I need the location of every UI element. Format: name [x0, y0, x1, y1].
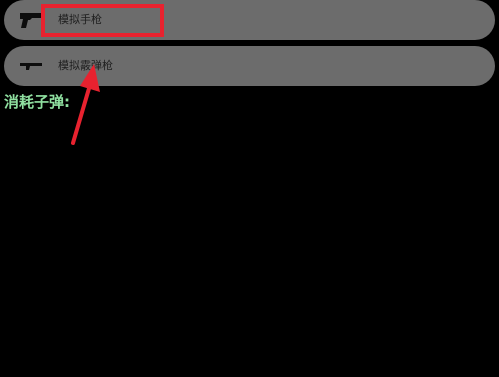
option-pistol-button[interactable]: 模拟手枪: [4, 0, 495, 40]
ammo-consumed-label: 消耗子弹:: [4, 93, 70, 111]
shotgun-icon: [18, 56, 46, 76]
option-pistol-label: 模拟手枪: [58, 13, 102, 26]
app-screen: 模拟手枪 模拟霰弹枪 消耗子弹:: [0, 0, 499, 377]
option-shotgun-button[interactable]: 模拟霰弹枪: [4, 46, 495, 86]
option-shotgun-label: 模拟霰弹枪: [58, 59, 113, 72]
pistol-icon: [18, 10, 46, 30]
